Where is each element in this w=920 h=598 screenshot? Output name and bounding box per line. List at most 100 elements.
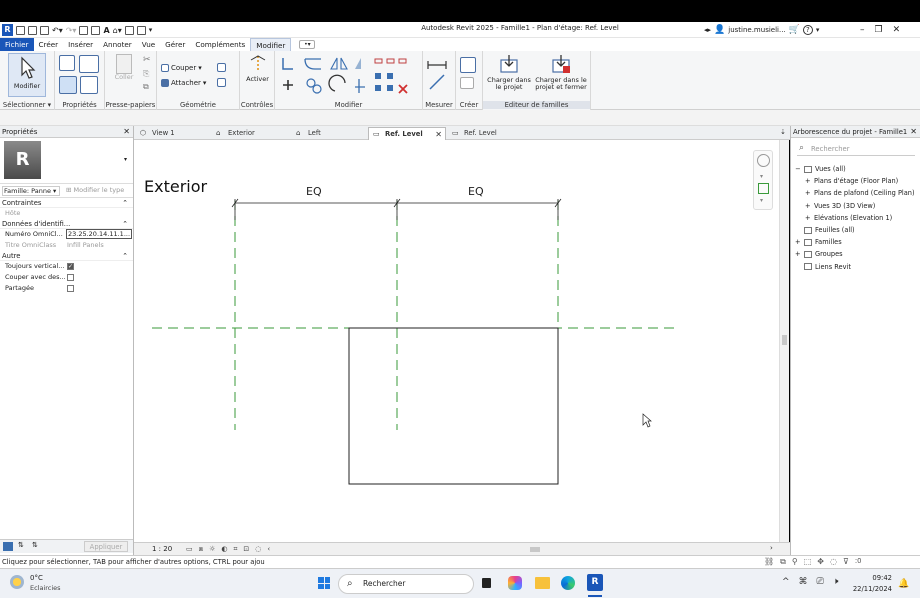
- horizontal-scroll-thumb[interactable]: [530, 547, 540, 552]
- tab-annoter[interactable]: Annoter: [98, 38, 137, 51]
- measure-icon[interactable]: [426, 57, 454, 93]
- modify-tools-icons[interactable]: [279, 55, 419, 99]
- section-other[interactable]: Autre ⌃: [0, 251, 133, 261]
- measure-qat-icon[interactable]: [91, 25, 101, 35]
- sort-az-icon[interactable]: ⇅: [18, 541, 24, 549]
- cut-icon[interactable]: ✂: [143, 55, 151, 65]
- nav-dropdown-icon[interactable]: ▾: [760, 173, 763, 180]
- select-underlay-icon[interactable]: ⧉: [780, 557, 786, 567]
- tab-left[interactable]: ⌂ Left: [292, 127, 364, 140]
- shadows-icon[interactable]: ◐: [221, 545, 227, 554]
- create-similar-icon[interactable]: [460, 77, 474, 89]
- load-into-project-button[interactable]: Charger dans le projet: [485, 54, 533, 92]
- save-icon[interactable]: [28, 25, 37, 35]
- hscroll-right-icon[interactable]: ›: [770, 544, 773, 552]
- browser-item[interactable]: + Plans d'étage (Floor Plan): [805, 177, 898, 185]
- select-panel-label[interactable]: Sélectionner ▾: [0, 101, 54, 109]
- browser-item[interactable]: Feuilles (all): [795, 226, 855, 234]
- type-selector-dropdown-icon[interactable]: ▾: [124, 156, 127, 163]
- sort-za-icon[interactable]: ⇅: [32, 541, 38, 549]
- tab-menu-icon[interactable]: ⇣: [780, 128, 786, 136]
- select-by-face-icon[interactable]: ⬚: [804, 557, 812, 567]
- zoom-dropdown-icon[interactable]: ▾: [760, 197, 763, 204]
- sections-icon[interactable]: [124, 25, 134, 35]
- always-vertical-checkbox[interactable]: ✓: [67, 262, 74, 270]
- tray-app-icon[interactable]: ⌘: [799, 577, 808, 587]
- browser-item[interactable]: + Familles: [795, 238, 842, 246]
- browser-search-field[interactable]: ⌕ Rechercher: [797, 143, 915, 156]
- family-category-icon[interactable]: [80, 76, 98, 94]
- ribbon-display-toggle-icon[interactable]: •▾: [299, 40, 316, 49]
- tree-toggle-icon[interactable]: +: [795, 238, 804, 246]
- modify-button[interactable]: Modifier: [8, 53, 46, 97]
- edge-icon[interactable]: [561, 576, 575, 590]
- visual-style-icon[interactable]: ⧈: [199, 545, 203, 554]
- paste-button[interactable]: Coller: [111, 54, 137, 82]
- tab-gerer[interactable]: Gérer: [160, 38, 190, 51]
- close-window-icon[interactable]: ✕: [893, 25, 901, 35]
- weather-icon[interactable]: [10, 575, 24, 589]
- sync-icon[interactable]: [40, 25, 49, 35]
- print-icon[interactable]: [79, 25, 89, 35]
- user-name[interactable]: justine.musieli...: [728, 26, 785, 34]
- notification-bell-icon[interactable]: 🔔: [898, 579, 909, 589]
- restore-icon[interactable]: ❐: [875, 25, 883, 35]
- copilot-icon[interactable]: [508, 576, 522, 590]
- tab-vue[interactable]: Vue: [137, 38, 160, 51]
- tree-toggle-icon[interactable]: +: [805, 189, 814, 197]
- weather-desc[interactable]: Eclaircies: [30, 584, 61, 592]
- qat-customize-icon[interactable]: ▾: [149, 26, 153, 34]
- store-icon[interactable]: 🛒: [789, 25, 800, 35]
- browser-item[interactable]: − Vues (all): [795, 165, 846, 173]
- drawing-canvas[interactable]: Exterior EQ EQ ▾ ▾: [134, 140, 779, 542]
- cut-voids-checkbox[interactable]: [67, 273, 74, 281]
- edit-type-button[interactable]: ⊞ Modifier le type: [66, 186, 124, 194]
- copy-icon[interactable]: ⎘: [143, 69, 149, 79]
- help-dropdown-icon[interactable]: ▾: [816, 26, 820, 34]
- activate-button[interactable]: Activer: [243, 55, 272, 83]
- tree-toggle-icon[interactable]: +: [795, 250, 804, 258]
- properties-icon[interactable]: [59, 76, 77, 94]
- prop-omniclass-number-field[interactable]: 23.25.20.14.11.1...: [66, 229, 132, 239]
- tab-complements[interactable]: Compléments: [190, 38, 250, 51]
- volume-icon[interactable]: 🕨: [833, 577, 839, 587]
- tab-ref-level-2[interactable]: ▭ Ref. Level: [448, 127, 520, 140]
- weather-temp[interactable]: 0°C: [30, 574, 43, 582]
- select-links-icon[interactable]: ⛓: [764, 557, 774, 567]
- tab-inserer[interactable]: Insérer: [63, 38, 98, 51]
- revit-taskbar-icon[interactable]: R: [587, 574, 603, 591]
- show-crop-icon[interactable]: ⊡: [243, 545, 249, 554]
- detail-level-icon[interactable]: ▭: [186, 545, 193, 554]
- create-group-icon[interactable]: [460, 57, 476, 73]
- browser-item[interactable]: + Groupes: [795, 250, 843, 258]
- start-button[interactable]: [318, 577, 330, 589]
- select-pinned-icon[interactable]: ⚲: [792, 557, 798, 567]
- close-properties-icon[interactable]: ✕: [123, 126, 130, 138]
- tree-toggle-icon[interactable]: −: [795, 165, 804, 173]
- type-filter-select[interactable]: Famille: Panne ▾: [2, 186, 60, 196]
- network-icon[interactable]: ⎚: [817, 577, 824, 587]
- crop-view-icon[interactable]: ⌗: [233, 545, 237, 554]
- section-constraints[interactable]: Contraintes ⌃: [0, 198, 133, 208]
- redo-icon[interactable]: ↷▾: [66, 26, 77, 35]
- tray-overflow-icon[interactable]: ^: [782, 577, 790, 587]
- family-types-icon[interactable]: [79, 55, 99, 73]
- open-icon[interactable]: [16, 25, 25, 35]
- temp-hide-icon[interactable]: ◌: [255, 545, 261, 554]
- vertical-scroll-thumb[interactable]: [782, 335, 787, 345]
- tab-ref-level-active[interactable]: ▭ Ref. Level ✕: [368, 127, 446, 140]
- zoom-icon[interactable]: [758, 183, 769, 194]
- clock-time[interactable]: 09:42: [848, 574, 892, 582]
- view-scale[interactable]: 1 : 20: [152, 545, 172, 553]
- cut-geometry-button[interactable]: Couper ▾: [161, 64, 202, 72]
- sort-categorized-icon[interactable]: [3, 542, 13, 551]
- drag-on-select-icon[interactable]: ✥: [817, 557, 824, 567]
- browser-item[interactable]: + Plans de plafond (Ceiling Plan): [805, 189, 915, 197]
- sun-path-icon[interactable]: ☼: [209, 545, 215, 554]
- switch-windows-icon[interactable]: [136, 25, 146, 35]
- taskbar-search[interactable]: ⌕ Rechercher: [338, 574, 474, 594]
- close-browser-icon[interactable]: ✕: [910, 126, 917, 138]
- type-properties-icon[interactable]: [59, 55, 75, 71]
- apply-button[interactable]: Appliquer: [84, 541, 128, 552]
- tree-toggle-icon[interactable]: +: [805, 214, 814, 222]
